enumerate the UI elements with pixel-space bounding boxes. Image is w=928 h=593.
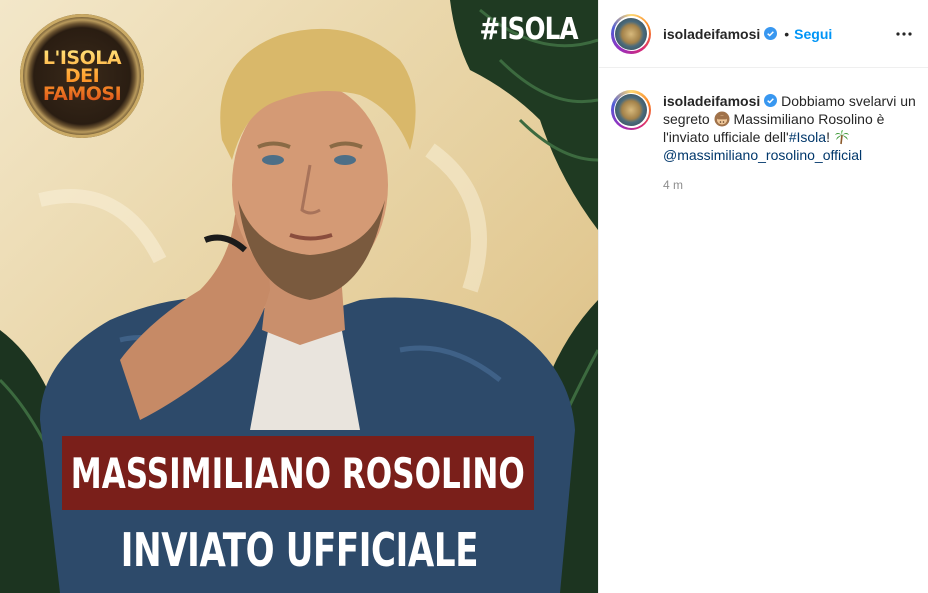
header-username[interactable]: isoladeifamosi (663, 26, 760, 42)
logo-text: L'ISOLA DEI FAMOSI (36, 49, 128, 104)
caption-text: isoladeifamosi Dobbiamo svelarvi un segr… (663, 92, 918, 164)
banner-name-text: MASSIMILIANO ROSOLINO (70, 448, 526, 498)
header-separator: • (784, 25, 790, 42)
caption-avatar-frame (613, 92, 649, 128)
caption-avatar-image (615, 94, 647, 126)
hashtag-overlay: #ISOLA (479, 12, 579, 47)
post-image[interactable]: L'ISOLA DEI FAMOSI #ISOLA MASSIMILIANO R… (0, 0, 598, 593)
caption: isoladeifamosi Dobbiamo svelarvi un segr… (599, 68, 928, 192)
caption-body: isoladeifamosi Dobbiamo svelarvi un segr… (663, 90, 918, 192)
more-options-icon[interactable] (894, 24, 914, 44)
post-timestamp[interactable]: 4 m (663, 178, 918, 192)
role-banner: INVIATO UFFICIALE (0, 512, 598, 588)
verified-badge-icon (764, 27, 778, 40)
caption-avatar[interactable] (611, 90, 651, 130)
caption-mention-link[interactable]: @massimiliano_rosolino_official (663, 147, 862, 163)
show-logo: L'ISOLA DEI FAMOSI (20, 14, 144, 138)
follow-button[interactable]: Segui (794, 26, 832, 42)
avatar[interactable] (611, 13, 651, 54)
name-banner: MASSIMILIANO ROSOLINO (62, 436, 534, 510)
post-header: isoladeifamosi • Segui (599, 0, 928, 68)
caption-username[interactable]: isoladeifamosi (663, 93, 760, 109)
dots-icon (896, 31, 912, 36)
caption-verified-badge-icon (764, 94, 778, 107)
palm-tree-emoji-icon (834, 130, 849, 145)
banner-role-text: INVIATO UFFICIALE (120, 523, 478, 577)
avatar-image (615, 17, 647, 50)
see-no-evil-monkey-emoji-icon (714, 111, 730, 127)
caption-hashtag-link[interactable]: #Isola (789, 129, 826, 145)
avatar-frame (613, 16, 649, 51)
post-sidebar: isoladeifamosi • Segui isoladeifamosi Do… (598, 0, 928, 593)
caption-text-part3: ! (826, 129, 834, 145)
